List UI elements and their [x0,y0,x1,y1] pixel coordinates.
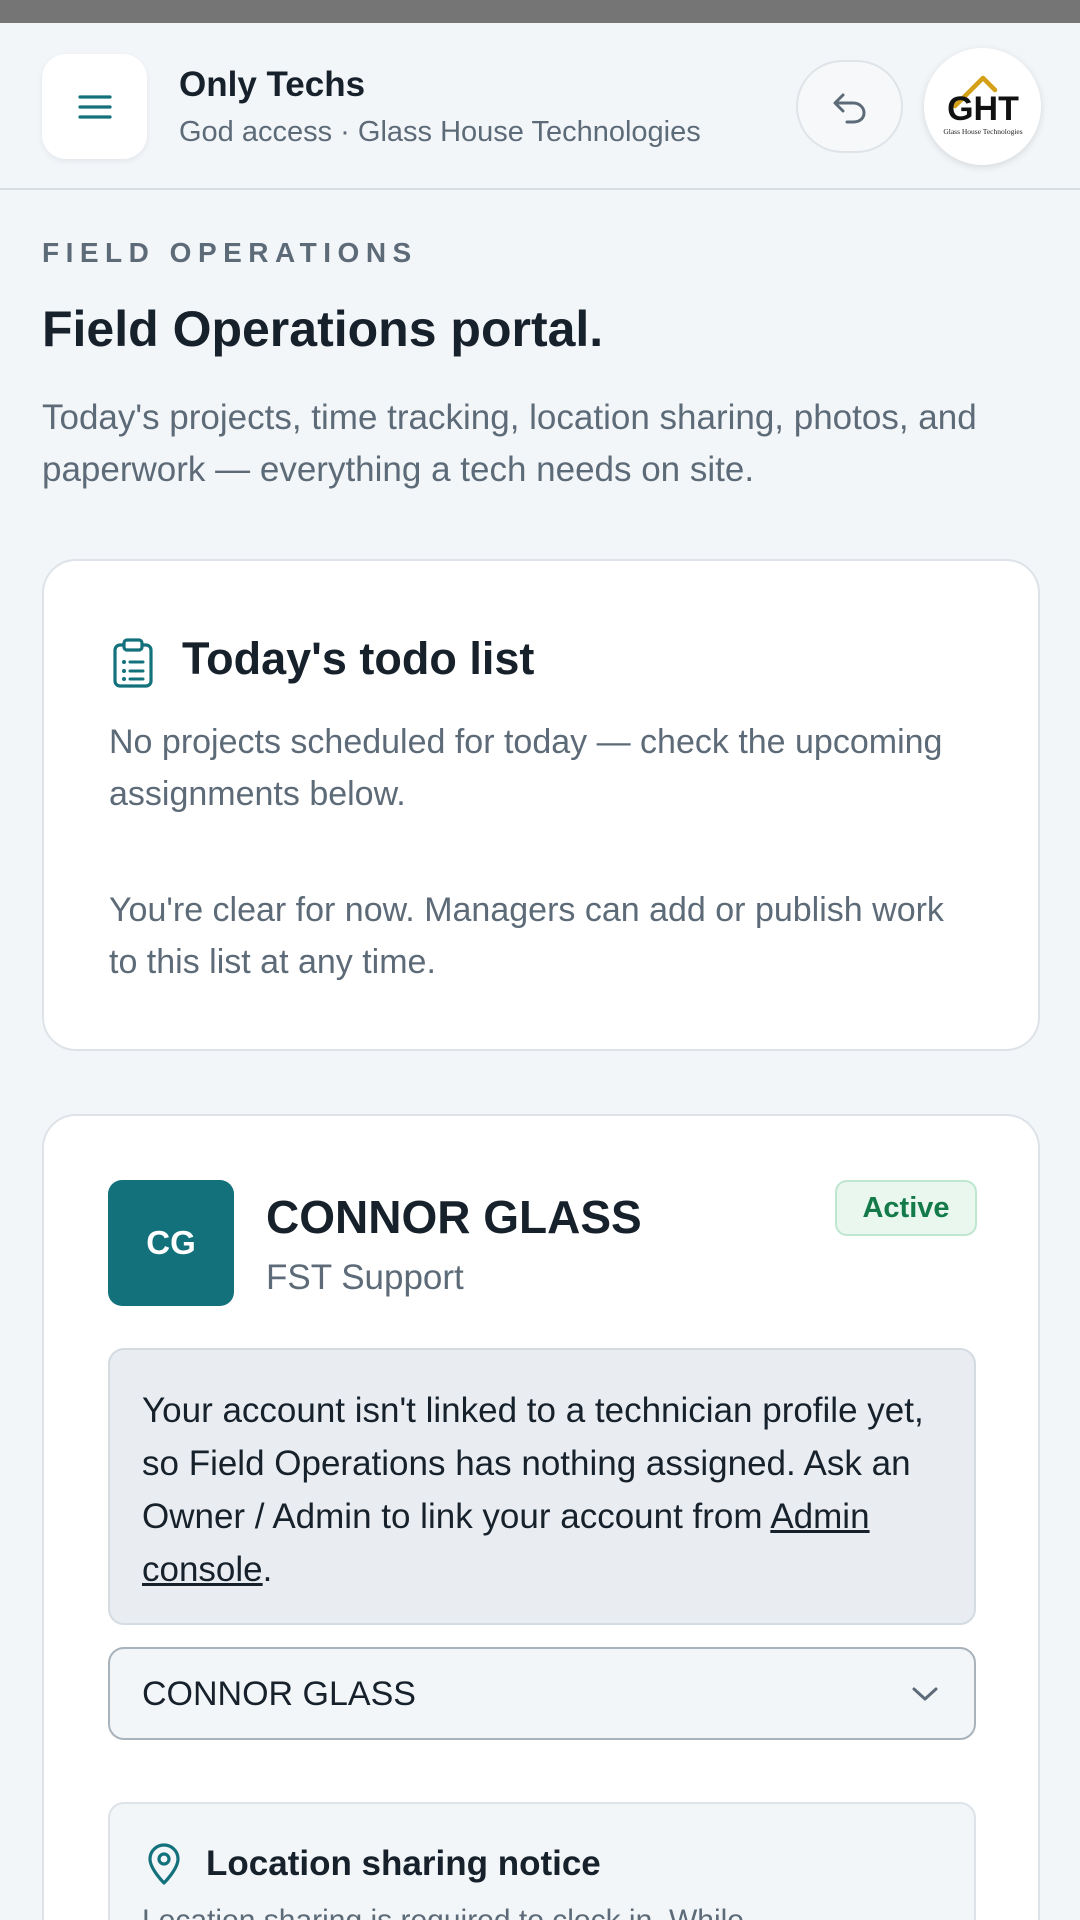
profile-role: FST Support [266,1258,464,1297]
location-text: Location sharing is required to clock in… [142,1904,942,1920]
logo-tagline: Glass House Technologies [943,127,1022,136]
todo-empty-message: No projects scheduled for today — check … [109,723,943,813]
page-title: Field Operations portal. [42,301,604,357]
todo-card: Today's todo list No projects scheduled … [42,559,1040,1051]
unlinked-account-notice: Your account isn't linked to a technicia… [108,1348,976,1625]
logo-text: GHT [947,90,1019,128]
avatar: CG [108,1180,234,1306]
ght-logo-mark: GHT Glass House Technologies [943,75,1022,136]
menu-icon [77,94,112,119]
todo-hint: You're clear for now. Managers can add o… [109,891,944,981]
location-sharing-notice: Location sharing notice Location sharing… [108,1802,976,1920]
location-title: Location sharing notice [206,1844,601,1883]
company-logo[interactable]: GHT Glass House Technologies [924,48,1041,165]
app-header: Only Techs God access · Glass House Tech… [0,23,1080,190]
status-badge: Active [835,1180,977,1236]
clipboard-icon [113,638,153,688]
technician-profile-card: CG CONNOR GLASS FST Support Active Your … [42,1114,1040,1920]
technician-select-value: CONNOR GLASS [142,1675,416,1713]
menu-button[interactable] [42,54,147,159]
section-eyebrow: FIELD OPERATIONS [42,237,418,268]
back-button[interactable] [796,60,903,153]
undo-icon [833,93,866,123]
notice-text-end: . [262,1550,273,1589]
page-description: Today's projects, time tracking, locatio… [42,398,977,489]
map-pin-icon [148,1843,180,1885]
app-title: Only Techs [179,65,366,104]
chevron-down-icon [912,1687,938,1701]
status-bar [0,0,1080,23]
profile-name: CONNOR GLASS [266,1191,642,1243]
todo-title: Today's todo list [182,633,535,684]
technician-select[interactable]: CONNOR GLASS [108,1647,976,1740]
app-subtitle: God access · Glass House Technologies [179,116,701,148]
